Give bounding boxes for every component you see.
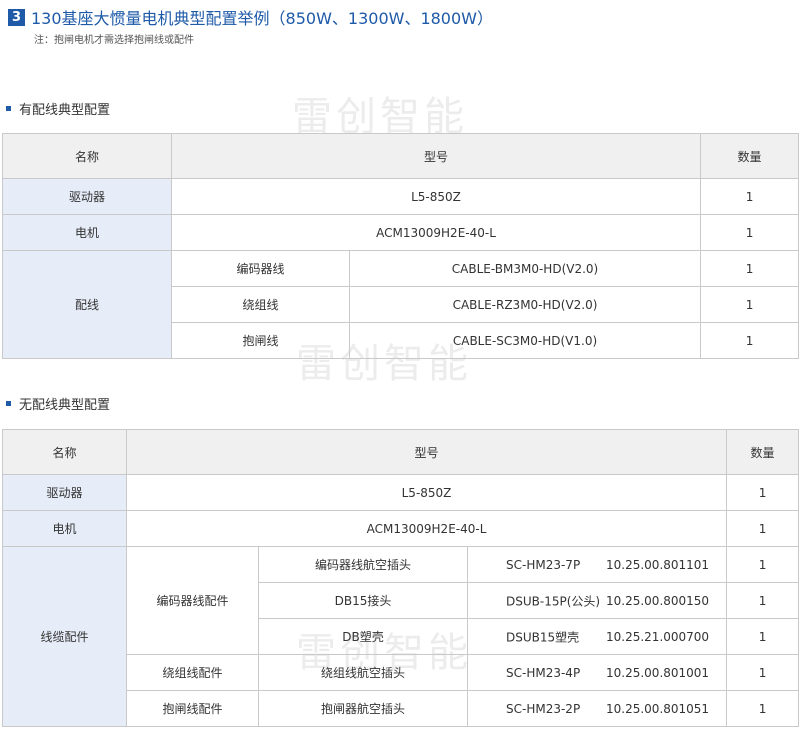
part-number: 10.25.00.800150 <box>606 593 710 608</box>
part-number: 10.25.00.801001 <box>606 665 710 680</box>
square-bullet-icon <box>6 106 11 111</box>
qty-cell: 1 <box>726 618 800 655</box>
model-cell: CABLE-RZ3M0-HD(V2.0) <box>348 286 702 323</box>
accessory-group-cell: 编码器线配件 <box>126 546 259 655</box>
config-table-with-cables: 名称 型号 数量 驱动器 L5-850Z 1 电机 ACM13009H2E-40… <box>2 133 800 359</box>
part-code-cell: DSUB-15P(公头) 10.25.00.800150 <box>466 582 728 619</box>
qty-cell: 1 <box>726 582 800 619</box>
part-code-cell: DSUB15塑壳 10.25.21.000700 <box>466 618 728 655</box>
part-model: SC-HM23-7P <box>506 557 581 572</box>
qty-cell: 1 <box>700 214 800 251</box>
section-heading-with-cables: 有配线典型配置 <box>6 99 110 118</box>
square-bullet-icon <box>6 401 11 406</box>
part-code-cell: SC-HM23-4P 10.25.00.801001 <box>466 654 728 691</box>
row-label: 电机 <box>2 510 127 547</box>
cable-name-cell: 编码器线 <box>171 250 350 287</box>
qty-cell: 1 <box>700 178 800 215</box>
table-row: 驱动器 L5-850Z 1 <box>2 178 800 215</box>
row-label: 驱动器 <box>2 474 127 511</box>
model-cell: ACM13009H2E-40-L <box>170 214 702 251</box>
accessory-group-cell: 抱闸线配件 <box>126 690 259 727</box>
part-name-cell: 编码器线航空插头 <box>258 546 468 583</box>
qty-cell: 1 <box>700 250 800 287</box>
qty-cell: 1 <box>726 546 800 583</box>
part-code-cell: SC-HM23-2P 10.25.00.801051 <box>466 690 728 727</box>
section-heading-label: 无配线典型配置 <box>19 398 111 413</box>
part-number: 10.25.00.801051 <box>606 701 710 716</box>
model-cell: ACM13009H2E-40-L <box>125 510 728 547</box>
qty-cell: 1 <box>726 510 800 547</box>
column-header-model: 型号 <box>125 429 728 475</box>
part-model: SC-HM23-4P <box>506 665 581 680</box>
part-model: DSUB15塑壳 <box>506 630 580 644</box>
model-cell: L5-850Z <box>125 474 728 511</box>
qty-cell: 1 <box>726 654 800 691</box>
qty-cell: 1 <box>726 474 800 511</box>
column-header-qty: 数量 <box>700 133 800 179</box>
column-header-model: 型号 <box>170 133 702 179</box>
model-cell: L5-850Z <box>170 178 702 215</box>
part-name-cell: DB塑壳 <box>258 618 468 655</box>
model-cell: CABLE-SC3M0-HD(V1.0) <box>348 322 702 359</box>
cable-name-cell: 抱闸线 <box>171 322 350 359</box>
table-row: 电机 ACM13009H2E-40-L 1 <box>2 214 800 251</box>
part-name-cell: 绕组线航空插头 <box>258 654 468 691</box>
table-row: 驱动器 L5-850Z 1 <box>2 474 800 511</box>
row-group-label: 配线 <box>2 250 172 359</box>
table-row: 线缆配件 编码器线配件 编码器线航空插头 SC-HM23-7P 10.25.00… <box>2 546 800 727</box>
table-header-row: 名称 型号 数量 <box>2 429 800 475</box>
page-title: 130基座大惯量电机典型配置举例（850W、1300W、1800W） <box>31 9 493 28</box>
table-row: 电机 ACM13009H2E-40-L 1 <box>2 510 800 547</box>
column-header-qty: 数量 <box>726 429 800 475</box>
part-model: SC-HM23-2P <box>506 701 581 716</box>
config-table-without-cables: 名称 型号 数量 驱动器 L5-850Z 1 电机 ACM13009H2E-40… <box>2 429 800 727</box>
section-number-badge: 3 <box>8 8 25 26</box>
part-name-cell: DB15接头 <box>258 582 468 619</box>
row-group-label: 线缆配件 <box>2 546 127 727</box>
cable-name-cell: 绕组线 <box>171 286 350 323</box>
row-label: 电机 <box>2 214 172 251</box>
section-title-row: 3 130基座大惯量电机典型配置举例（850W、1300W、1800W） <box>8 6 493 28</box>
part-name-cell: 抱闸器航空插头 <box>258 690 468 727</box>
row-label: 驱动器 <box>2 178 172 215</box>
part-code-cell: SC-HM23-7P 10.25.00.801101 <box>466 546 728 583</box>
qty-cell: 1 <box>700 322 800 359</box>
page-note: 注：抱闸电机才需选择抱闸线或配件 <box>34 35 194 46</box>
accessory-group-cell: 绕组线配件 <box>126 654 259 691</box>
section-heading-without-cables: 无配线典型配置 <box>6 394 110 413</box>
qty-cell: 1 <box>726 690 800 727</box>
part-number: 10.25.00.801101 <box>606 557 710 572</box>
column-header-name: 名称 <box>2 429 127 475</box>
model-cell: CABLE-BM3M0-HD(V2.0) <box>348 250 702 287</box>
part-model: DSUB-15P(公头) <box>506 594 601 608</box>
table-header-row: 名称 型号 数量 <box>2 133 800 179</box>
column-header-name: 名称 <box>2 133 172 179</box>
part-number: 10.25.21.000700 <box>606 629 710 644</box>
table-row: 配线 编码器线 CABLE-BM3M0-HD(V2.0) 1 <box>2 250 800 359</box>
qty-cell: 1 <box>700 286 800 323</box>
section-heading-label: 有配线典型配置 <box>19 103 111 118</box>
